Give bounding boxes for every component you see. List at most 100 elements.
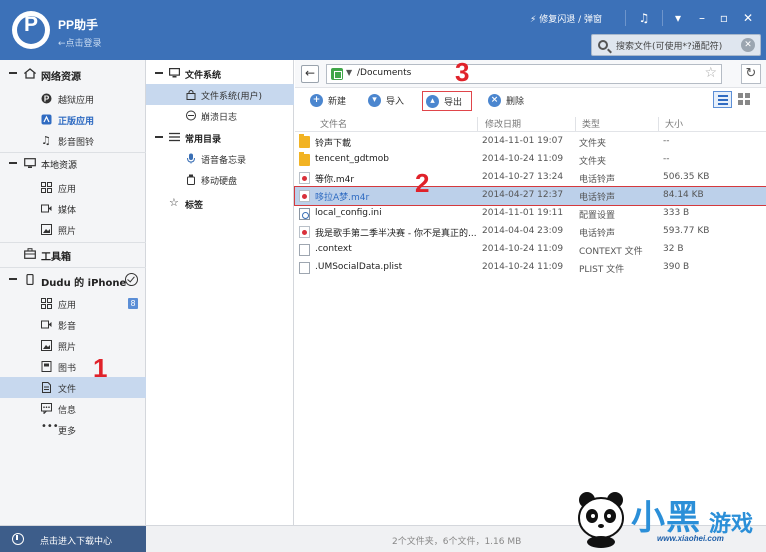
- sidebar-item-media-ringtones[interactable]: ♫ 影音图铃: [0, 130, 146, 151]
- pp-icon: P: [41, 93, 52, 104]
- maximize-button[interactable]: ▫: [713, 8, 735, 28]
- close-button[interactable]: ✕: [737, 8, 759, 28]
- clear-search-icon[interactable]: ✕: [741, 38, 755, 52]
- book-icon: [41, 361, 52, 372]
- column-divider: [575, 117, 576, 131]
- sidebar-item-device-files[interactable]: 文件: [0, 377, 146, 398]
- minimize-button[interactable]: –: [691, 8, 713, 28]
- sidebar-item-device-media[interactable]: 影音: [0, 314, 146, 335]
- sidebar-group-toolbox[interactable]: 工具箱: [0, 242, 146, 266]
- sidebar-item-local-photos[interactable]: 照片: [0, 219, 146, 240]
- sidebar-group-device[interactable]: Dudu 的 iPhone: [0, 268, 146, 292]
- sidebar-item-local-apps[interactable]: 应用: [0, 177, 146, 198]
- collapse-icon[interactable]: [9, 72, 17, 74]
- file-row[interactable]: local_config.ini 2014-11-01 19:11 配置设置 3…: [295, 205, 766, 223]
- tree-item-crash-logs[interactable]: 崩溃日志: [146, 105, 294, 126]
- lock-icon: [186, 89, 196, 100]
- monitor-icon: [169, 68, 180, 78]
- monitor-icon: [24, 158, 36, 168]
- file-row[interactable]: .context 2014-10-24 11:09 CONTEXT 文件 32 …: [295, 241, 766, 259]
- file-row[interactable]: tencent_gdtmob 2014-10-24 11:09 文件夹 --: [295, 151, 766, 169]
- favorite-star-icon[interactable]: ☆: [704, 65, 717, 81]
- tree-group-tags[interactable]: ☆ 标签: [146, 192, 294, 214]
- star-icon: ☆: [169, 196, 179, 209]
- sidebar-item-official-apps[interactable]: 正版应用: [0, 109, 146, 130]
- microphone-icon: [187, 153, 195, 164]
- collapse-icon[interactable]: [155, 136, 163, 138]
- music-icon[interactable]: ♫: [633, 8, 655, 28]
- column-size[interactable]: 大小: [665, 117, 683, 130]
- sidebar-item-jailbreak-apps[interactable]: P 越狱应用: [0, 88, 146, 109]
- photo-icon: [41, 340, 52, 351]
- refresh-button[interactable]: ↻: [741, 64, 761, 84]
- file-browser: ← ▼ /Documents ☆ ↻ + 新建 ▾ 导入 ▴ 导出 × 删除 文…: [294, 60, 766, 525]
- list-view-toggle[interactable]: [713, 91, 732, 108]
- download-icon: [12, 533, 24, 545]
- sidebar-item-device-more[interactable]: ••• 更多: [0, 419, 146, 440]
- column-headers: 文件名 修改日期 类型 大小: [295, 114, 766, 132]
- collapse-icon[interactable]: [155, 72, 163, 74]
- sidebar: 网络资源 P 越狱应用 正版应用 ♫ 影音图铃 本地资源 应用 媒体 照片 工具…: [0, 60, 146, 525]
- message-icon: [41, 403, 52, 414]
- import-button[interactable]: ▾ 导入: [368, 91, 418, 111]
- file-count-status: 2个文件夹，6个文件，1.16 MB: [392, 537, 522, 547]
- more-icon: •••: [41, 421, 59, 432]
- tree-item-voice-memos[interactable]: 语音备忘录: [146, 148, 294, 169]
- file-row[interactable]: .UMSocialData.plist 2014-10-24 11:09 PLI…: [295, 259, 766, 277]
- export-button[interactable]: ▴ 导出: [422, 91, 472, 111]
- login-link[interactable]: ←点击登录: [58, 36, 102, 49]
- sidebar-item-device-photos[interactable]: 照片: [0, 335, 146, 356]
- download-center-button[interactable]: 点击进入下载中心: [0, 526, 146, 552]
- pp-logo-icon[interactable]: P: [12, 11, 50, 49]
- file-row[interactable]: 铃声下載 2014-11-01 19:07 文件夹 --: [295, 133, 766, 151]
- sidebar-group-network[interactable]: 网络资源: [0, 62, 146, 86]
- file-row-selected[interactable]: 哆拉A梦.m4r 2014-04-27 12:37 电话铃声 84.14 KB: [294, 186, 766, 206]
- column-name[interactable]: 文件名: [320, 117, 347, 130]
- back-button[interactable]: ←: [301, 65, 319, 83]
- home-icon: [24, 68, 36, 79]
- step-annotation-2: 2: [415, 168, 430, 198]
- tree-item-mobile-disk[interactable]: 移动硬盘: [146, 169, 294, 190]
- fix-crash-link[interactable]: ⚡ 修复闪退 / 弹窗: [530, 12, 602, 25]
- file-icon: [42, 382, 51, 393]
- phone-icon: [26, 274, 34, 285]
- delete-button[interactable]: × 删除: [488, 91, 538, 111]
- usb-drive-icon: [187, 174, 195, 185]
- toolbox-icon: [24, 248, 36, 259]
- panda-mascot-icon: [578, 492, 624, 548]
- sidebar-group-local[interactable]: 本地资源: [0, 152, 146, 176]
- collapse-icon[interactable]: [9, 162, 17, 164]
- divider: [625, 10, 626, 26]
- app-title: PP助手: [58, 18, 99, 32]
- search-input[interactable]: 搜索文件(可使用*?通配符) ✕: [591, 34, 761, 56]
- list-icon: [169, 132, 180, 142]
- file-icon: [299, 262, 310, 274]
- column-date[interactable]: 修改日期: [485, 117, 521, 130]
- grid-view-toggle[interactable]: [738, 93, 751, 106]
- file-row[interactable]: 我是歌手第二季半决赛 - 你不是真正的... 2014-04-04 23:09 …: [295, 223, 766, 241]
- tree-group-common[interactable]: 常用目录: [146, 126, 294, 148]
- ringtone-file-icon: [299, 172, 310, 184]
- sidebar-item-device-messages[interactable]: 信息: [0, 398, 146, 419]
- tree-item-user-filesystem[interactable]: 文件系统(用户): [146, 84, 294, 105]
- directory-tree: 文件系统 文件系统(用户) 崩溃日志 常用目录 语音备忘录 移动硬盘 ☆ 标签 …: [146, 60, 439, 525]
- sidebar-item-device-apps[interactable]: 应用 8: [0, 293, 146, 314]
- menu-dropdown-button[interactable]: ▾: [667, 8, 689, 28]
- watermark-url: www.xiaohei.com: [657, 534, 724, 543]
- plus-icon: +: [310, 94, 323, 107]
- tree-group-filesystem[interactable]: 文件系统: [146, 62, 294, 84]
- column-type[interactable]: 类型: [582, 117, 600, 130]
- import-icon: ▾: [368, 94, 381, 107]
- new-button[interactable]: + 新建: [310, 91, 362, 111]
- apps-grid-icon: [41, 298, 52, 309]
- sidebar-item-local-media[interactable]: 媒体: [0, 198, 146, 219]
- file-row[interactable]: 等你.m4r 2014-10-27 13:24 电话铃声 506.35 KB: [295, 169, 766, 187]
- collapse-icon[interactable]: [9, 278, 17, 280]
- chevron-down-icon[interactable]: ▼: [346, 68, 352, 77]
- path-bar[interactable]: ▼ /Documents ☆: [326, 64, 722, 84]
- search-icon: [598, 40, 608, 50]
- sidebar-item-device-books[interactable]: 图书: [0, 356, 146, 377]
- apps-grid-icon: [41, 182, 52, 193]
- watermark: 小黑 游戏 www.xiaohei.com: [573, 484, 763, 550]
- delete-x-icon: ×: [488, 94, 501, 107]
